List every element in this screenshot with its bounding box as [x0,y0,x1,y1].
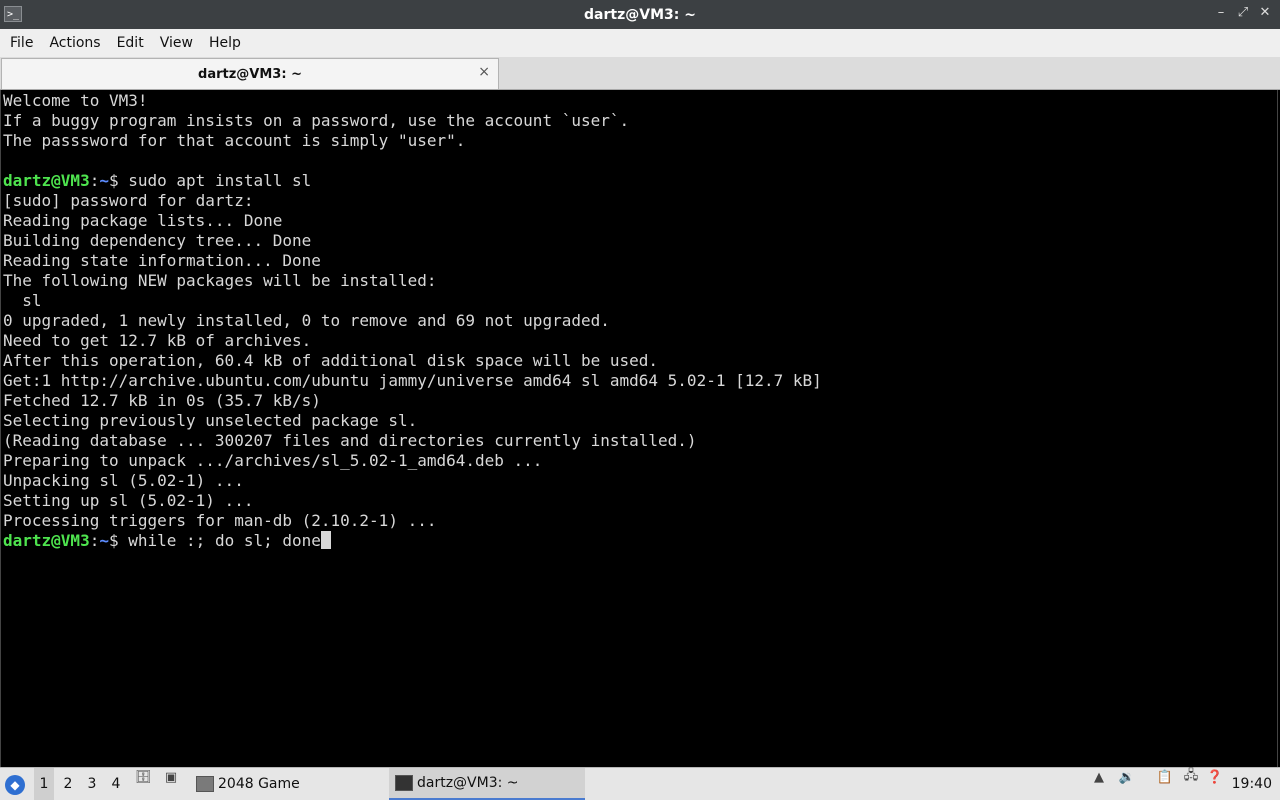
text-cursor [320,531,331,549]
command-text: sudo apt install sl [128,171,312,190]
prompt-symbol: $ [108,171,129,190]
terminal-line: Preparing to unpack .../archives/sl_5.02… [3,451,543,470]
menu-help[interactable]: Help [201,29,249,57]
task-2048-game[interactable]: 2048 Game [190,768,306,800]
taskbar: ◆ 1 2 3 4 🗄 ▣ 2048 Game dartz@VM3: ~ ▲ 🔉… [0,767,1280,800]
workspace-4[interactable]: 4 [106,768,126,800]
terminal-line: If a buggy program insists on a password… [3,111,630,130]
minimize-icon[interactable]: – [1214,5,1228,20]
terminal-line: Reading state information... Done [3,251,321,270]
update-notifier-icon[interactable]: ❓ [1206,768,1224,786]
terminal-line: Building dependency tree... Done [3,231,312,250]
maximize-icon[interactable]: ⤢ [1236,5,1250,20]
window-titlebar[interactable]: >_ dartz@VM3: ~ – ⤢ ✕ [0,0,1280,30]
prompt-user: dartz@VM3 [3,171,90,190]
terminal-line: [sudo] password for dartz: [3,191,254,210]
terminal-line: Selecting previously unselected package … [3,411,418,430]
terminal-line: Need to get 12.7 kB of archives. [3,331,312,350]
terminal-app-icon[interactable]: >_ [4,6,22,22]
prompt-user: dartz@VM3 [3,531,90,550]
clock[interactable]: 19:40 [1232,768,1272,800]
prompt-line: dartz@VM3:~$ while :; do sl; done [3,531,1275,551]
menu-file[interactable]: File [2,29,41,57]
window-icon [196,776,214,792]
terminal-line: Setting up sl (5.02-1) ... [3,491,254,510]
file-manager-icon[interactable]: 🗄 [134,768,152,786]
menu-bar: File Actions Edit View Help [0,29,1280,57]
prompt-separator: : [89,531,100,550]
workspace-1[interactable]: 1 [34,768,54,800]
prompt-symbol: $ [108,531,129,550]
menu-edit[interactable]: Edit [109,29,152,57]
terminal-line: The passsword for that account is simply… [3,131,466,150]
show-desktop-icon[interactable]: ▣ [162,768,180,786]
terminal-line: (Reading database ... 300207 files and d… [3,431,697,450]
prompt-path: ~ [99,531,109,550]
workspace-2[interactable]: 2 [58,768,78,800]
task-label: 2048 Game [218,776,300,792]
terminal-line: Fetched 12.7 kB in 0s (35.7 kB/s) [3,391,321,410]
terminal-line: After this operation, 60.4 kB of additio… [3,351,659,370]
tab-bar: dartz@VM3: ~ × [0,57,1280,90]
task-label: dartz@VM3: ~ [417,775,519,791]
terminal-line: Unpacking sl (5.02-1) ... [3,471,244,490]
menu-actions[interactable]: Actions [41,29,108,57]
terminal-line: Welcome to VM3! [3,91,148,110]
prompt-separator: : [89,171,100,190]
window-title: dartz@VM3: ~ [584,6,696,23]
tray-expand-icon[interactable]: ▲ [1090,768,1108,786]
workspace-3[interactable]: 3 [82,768,102,800]
prompt-line: dartz@VM3:~$ sudo apt install sl [3,171,1275,191]
clipboard-icon[interactable]: 📋 [1156,768,1174,786]
start-menu-icon[interactable]: ◆ [5,775,25,795]
terminal-output[interactable]: Welcome to VM3! If a buggy program insis… [0,90,1278,767]
network-icon[interactable]: 🖧 [1182,768,1200,786]
terminal-line: Processing triggers for man-db (2.10.2-1… [3,511,437,530]
command-input[interactable]: while :; do sl; done [128,531,321,550]
tab-close-icon[interactable]: × [478,64,490,80]
terminal-line: Get:1 http://archive.ubuntu.com/ubuntu j… [3,371,822,390]
terminal-line: Reading package lists... Done [3,211,283,230]
task-terminal[interactable]: dartz@VM3: ~ [389,768,585,800]
terminal-line: 0 upgraded, 1 newly installed, 0 to remo… [3,311,610,330]
prompt-path: ~ [99,171,109,190]
menu-view[interactable]: View [152,29,201,57]
volume-icon[interactable]: 🔉 [1118,768,1136,786]
terminal-line: The following NEW packages will be insta… [3,271,437,290]
tab-label: dartz@VM3: ~ [198,66,302,82]
terminal-line: sl [3,291,42,310]
close-icon[interactable]: ✕ [1258,5,1272,20]
tab-terminal[interactable]: dartz@VM3: ~ × [1,58,499,89]
terminal-icon [395,775,413,791]
